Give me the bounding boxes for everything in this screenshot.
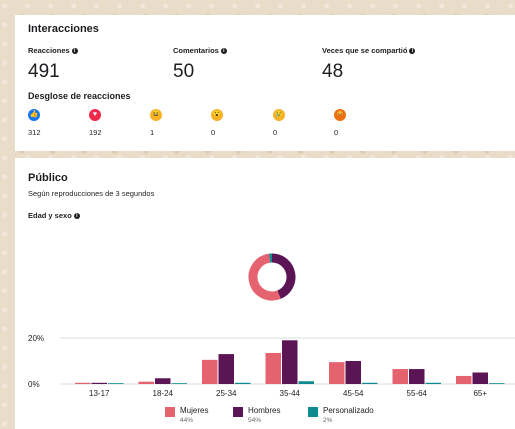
reaction-count: 0	[334, 128, 339, 137]
bar-mujeres-65+	[456, 375, 472, 384]
reaction-count: 1	[150, 128, 155, 137]
x-tick-label: 55-64	[407, 389, 428, 398]
bar-mujeres-13-17	[75, 382, 91, 384]
legend-swatch	[233, 407, 243, 417]
legend-swatch	[165, 407, 175, 417]
breakdown-title: Desglose de reacciones	[28, 91, 131, 101]
reactions-label: Reacciones i	[28, 46, 78, 55]
info-icon[interactable]: i	[71, 48, 78, 55]
bar-hombres-55-64	[409, 369, 425, 384]
reactions-value: 491	[28, 61, 60, 82]
bar-personalizado-18-24	[171, 383, 187, 384]
bar-personalizado-35-44	[298, 381, 314, 384]
info-icon[interactable]: i	[73, 213, 80, 220]
x-tick-label: 45-54	[343, 389, 364, 398]
legend-label: Hombres	[248, 406, 281, 415]
bar-mujeres-45-54	[329, 362, 345, 384]
angry-icon: 😡	[334, 109, 346, 121]
legend-share: 54%	[248, 417, 262, 424]
bar-mujeres-18-24	[138, 381, 154, 384]
bar-personalizado-45-54	[362, 382, 378, 384]
legend-swatch	[308, 407, 318, 417]
x-tick-label: 13-17	[89, 389, 110, 398]
age-gender-label: Edad y sexo i	[28, 211, 80, 220]
legend-label: Mujeres	[180, 406, 209, 415]
wow-icon: 😮	[211, 109, 223, 121]
reaction-count: 0	[273, 128, 278, 137]
bar-personalizado-65+	[489, 383, 505, 384]
bar-personalizado-13-17	[108, 383, 124, 384]
legend-share: 2%	[323, 417, 333, 424]
gender-donut-chart	[248, 253, 296, 301]
bar-mujeres-35-44	[265, 352, 281, 384]
legend-label: Personalizado	[323, 406, 374, 415]
x-tick-label: 25-34	[216, 389, 237, 398]
bar-hombres-18-24	[155, 378, 171, 384]
info-icon[interactable]: i	[409, 48, 416, 55]
y-tick-label: 0%	[28, 380, 40, 389]
bar-hombres-35-44	[282, 340, 298, 384]
bar-mujeres-25-34	[202, 359, 218, 384]
bar-personalizado-55-64	[425, 382, 441, 384]
comments-value: 50	[173, 61, 195, 82]
reaction-count: 0	[211, 128, 216, 137]
shares-label: Veces que se compartió i	[322, 46, 416, 55]
bar-hombres-13-17	[91, 382, 107, 384]
x-tick-label: 18-24	[153, 389, 174, 398]
y-tick-label: 20%	[28, 334, 44, 343]
bar-hombres-45-54	[345, 361, 361, 384]
x-tick-label: 35-44	[280, 389, 301, 398]
chart-legend: Mujeres 44% Hombres 54% Personalizado 2%	[15, 405, 515, 429]
reaction-count: 312	[28, 128, 41, 137]
like-icon: 👍	[28, 109, 40, 121]
bar-personalizado-25-34	[235, 382, 251, 384]
comments-label: Comentarios i	[173, 46, 227, 55]
bar-hombres-25-34	[218, 354, 234, 384]
x-tick-label: 65+	[473, 389, 487, 398]
legend-share: 44%	[180, 417, 194, 424]
haha-icon: 😆	[150, 109, 162, 121]
info-icon[interactable]: i	[220, 48, 227, 55]
donut-slice-mujeres	[248, 253, 281, 301]
audience-card: Público Según reproducciones de 3 segund…	[15, 158, 515, 429]
reaction-count: 192	[89, 128, 102, 137]
donut-slice-hombres	[271, 253, 296, 299]
bar-mujeres-55-64	[392, 369, 408, 384]
sad-icon: 😢	[273, 109, 285, 121]
bar-hombres-65+	[472, 372, 488, 384]
shares-value: 48	[322, 61, 344, 82]
audience-title: Público	[28, 172, 68, 184]
audience-subtitle: Según reproducciones de 3 segundos	[28, 189, 155, 198]
interactions-title: Interacciones	[28, 23, 99, 35]
love-icon: ♥	[89, 109, 101, 121]
interactions-card: Interacciones Reacciones i 491 Comentario…	[15, 15, 515, 151]
